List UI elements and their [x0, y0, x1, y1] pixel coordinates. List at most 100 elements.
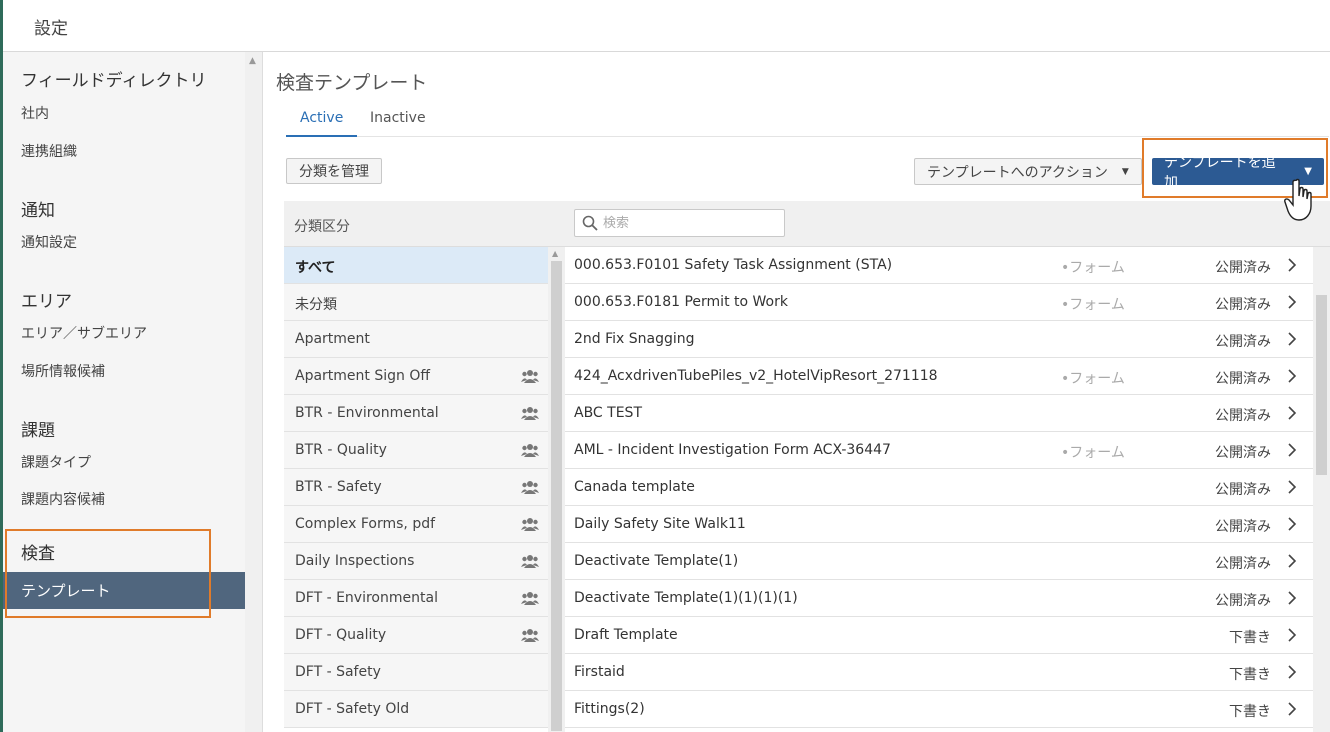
hand-cursor-icon [1284, 178, 1312, 221]
template-name: 000.653.F0101 Safety Task Assignment (ST… [574, 257, 893, 273]
chevron-right-icon[interactable] [1287, 479, 1297, 495]
template-name: Draft Template [574, 627, 678, 643]
shared-group-icon [521, 370, 539, 383]
template-row[interactable]: Canada template 公開済み [565, 469, 1313, 506]
scroll-up-icon[interactable]: ▲ [249, 56, 256, 66]
category-list: すべて 未分類 Apartment Apartment Sign Off BTR… [284, 247, 548, 728]
category-row[interactable]: DFT - Quality [284, 617, 548, 654]
template-name: Deactivate Template(1) [574, 553, 739, 569]
chevron-right-icon[interactable] [1287, 442, 1297, 458]
status-label: 公開済み [1215, 297, 1271, 313]
status-label: 公開済み [1215, 593, 1271, 609]
template-actions-button[interactable]: テンプレートへのアクション ▼ [914, 158, 1142, 185]
category-row[interactable]: DFT - Safety Old [284, 691, 548, 728]
template-row[interactable]: Draft Template 下書き [565, 617, 1313, 654]
category-row[interactable]: Complex Forms, pdf [284, 506, 548, 543]
search-box[interactable] [574, 209, 785, 237]
category-label: DFT - Environmental [295, 590, 438, 606]
shared-group-icon [521, 555, 539, 568]
nav-heading-notifications: 通知 [21, 201, 55, 221]
nav-item-partner-orgs[interactable]: 連携組織 [21, 141, 77, 161]
status-label: 公開済み [1215, 260, 1271, 276]
nav-item-internal[interactable]: 社内 [21, 103, 49, 123]
nav-item-location-candidates[interactable]: 場所情報候補 [21, 361, 105, 381]
template-row[interactable]: 424_AcxdrivenTubePiles_v2_HotelVipResort… [565, 358, 1313, 395]
chevron-right-icon[interactable] [1287, 294, 1297, 310]
shared-group-icon [521, 407, 539, 420]
template-row[interactable]: 000.653.F0181 Permit to Work •フォーム 公開済み [565, 284, 1313, 321]
template-panel: 000.653.F0101 Safety Task Assignment (ST… [565, 201, 1330, 732]
category-row[interactable]: DFT - Environmental [284, 580, 548, 617]
category-row[interactable]: Apartment Sign Off [284, 358, 548, 395]
scrollbar-thumb[interactable] [551, 261, 562, 731]
status-label: 公開済み [1215, 334, 1271, 350]
chevron-right-icon[interactable] [1287, 627, 1297, 643]
status-label: 下書き [1229, 630, 1271, 646]
chevron-right-icon[interactable] [1287, 590, 1297, 606]
search-icon [582, 215, 598, 231]
nav-heading-field-directory: フィールドディレクトリ [21, 71, 207, 91]
nav-item-issue-content-candidates[interactable]: 課題内容候補 [21, 489, 105, 509]
template-actions-label: テンプレートへのアクション [927, 164, 1108, 181]
chevron-right-icon[interactable] [1287, 516, 1297, 532]
category-panel: 分類区分 すべて 未分類 Apartment Apartment Sign Of… [284, 201, 565, 732]
template-row[interactable]: Deactivate Template(1) 公開済み [565, 543, 1313, 580]
scroll-up-icon[interactable]: ▲ [552, 249, 558, 258]
chevron-right-icon[interactable] [1287, 331, 1297, 347]
status-label: 公開済み [1215, 445, 1271, 461]
form-tag: •フォーム [1061, 445, 1125, 461]
chevron-right-icon[interactable] [1287, 405, 1297, 421]
chevron-right-icon[interactable] [1287, 553, 1297, 569]
scrollbar-thumb[interactable] [1316, 295, 1327, 475]
category-header: 分類区分 [284, 201, 565, 247]
template-name: AML - Incident Investigation Form ACX-36… [574, 442, 891, 458]
category-row[interactable]: BTR - Quality [284, 432, 548, 469]
left-nav: フィールドディレクトリ 社内 連携組織 通知 通知設定 エリア エリア／サブエリ… [3, 52, 263, 732]
category-row[interactable]: すべて [284, 247, 548, 284]
category-label: 未分類 [295, 297, 337, 313]
status-label: 公開済み [1215, 519, 1271, 535]
form-tag: •フォーム [1061, 260, 1125, 276]
template-row[interactable]: Fittings(2) 下書き [565, 691, 1313, 728]
tab-active[interactable]: Active [286, 110, 358, 137]
chevron-right-icon[interactable] [1287, 664, 1297, 680]
template-row[interactable]: Firstaid 下書き [565, 654, 1313, 691]
nav-item-issue-types[interactable]: 課題タイプ [21, 452, 91, 472]
category-label: Complex Forms, pdf [295, 516, 436, 532]
category-label: BTR - Safety [295, 479, 382, 495]
template-row[interactable]: 2nd Fix Snagging 公開済み [565, 321, 1313, 358]
template-row[interactable]: AML - Incident Investigation Form ACX-36… [565, 432, 1313, 469]
highlight-box-nav [5, 529, 211, 618]
nav-item-notification-settings[interactable]: 通知設定 [21, 232, 77, 252]
template-row[interactable]: 000.653.F0101 Safety Task Assignment (ST… [565, 247, 1313, 284]
template-row[interactable]: ABC TEST 公開済み [565, 395, 1313, 432]
form-tag: •フォーム [1061, 297, 1125, 313]
nav-item-areas-subareas[interactable]: エリア／サブエリア [21, 323, 147, 343]
category-row[interactable]: DFT - Safety [284, 654, 548, 691]
search-input[interactable] [603, 214, 778, 232]
chevron-right-icon[interactable] [1287, 257, 1297, 273]
category-row[interactable]: Apartment [284, 321, 548, 358]
template-name: Deactivate Template(1)(1)(1)(1) [574, 590, 798, 606]
template-row[interactable]: Daily Safety Site Walk11 公開済み [565, 506, 1313, 543]
status-label: 下書き [1229, 667, 1271, 683]
template-row[interactable]: Deactivate Template(1)(1)(1)(1) 公開済み [565, 580, 1313, 617]
category-row[interactable]: BTR - Safety [284, 469, 548, 506]
left-nav-scrollbar[interactable]: ▲ [245, 52, 262, 732]
category-label: BTR - Quality [295, 442, 387, 458]
template-name: Daily Safety Site Walk11 [574, 516, 746, 532]
category-label: DFT - Quality [295, 627, 387, 643]
chevron-right-icon[interactable] [1287, 701, 1297, 717]
category-label: Apartment Sign Off [295, 368, 431, 384]
category-row[interactable]: BTR - Environmental [284, 395, 548, 432]
template-name: Canada template [574, 479, 695, 495]
tab-inactive[interactable]: Inactive [356, 110, 440, 137]
category-row[interactable]: 未分類 [284, 284, 548, 321]
chevron-right-icon[interactable] [1287, 368, 1297, 384]
category-scrollbar[interactable]: ▲ [548, 247, 565, 732]
template-scrollbar[interactable] [1313, 247, 1330, 732]
manage-categories-button[interactable]: 分類を管理 [286, 158, 382, 184]
template-name: Fittings(2) [574, 701, 645, 717]
category-row[interactable]: Daily Inspections [284, 543, 548, 580]
app-title: 設定 [34, 19, 68, 39]
